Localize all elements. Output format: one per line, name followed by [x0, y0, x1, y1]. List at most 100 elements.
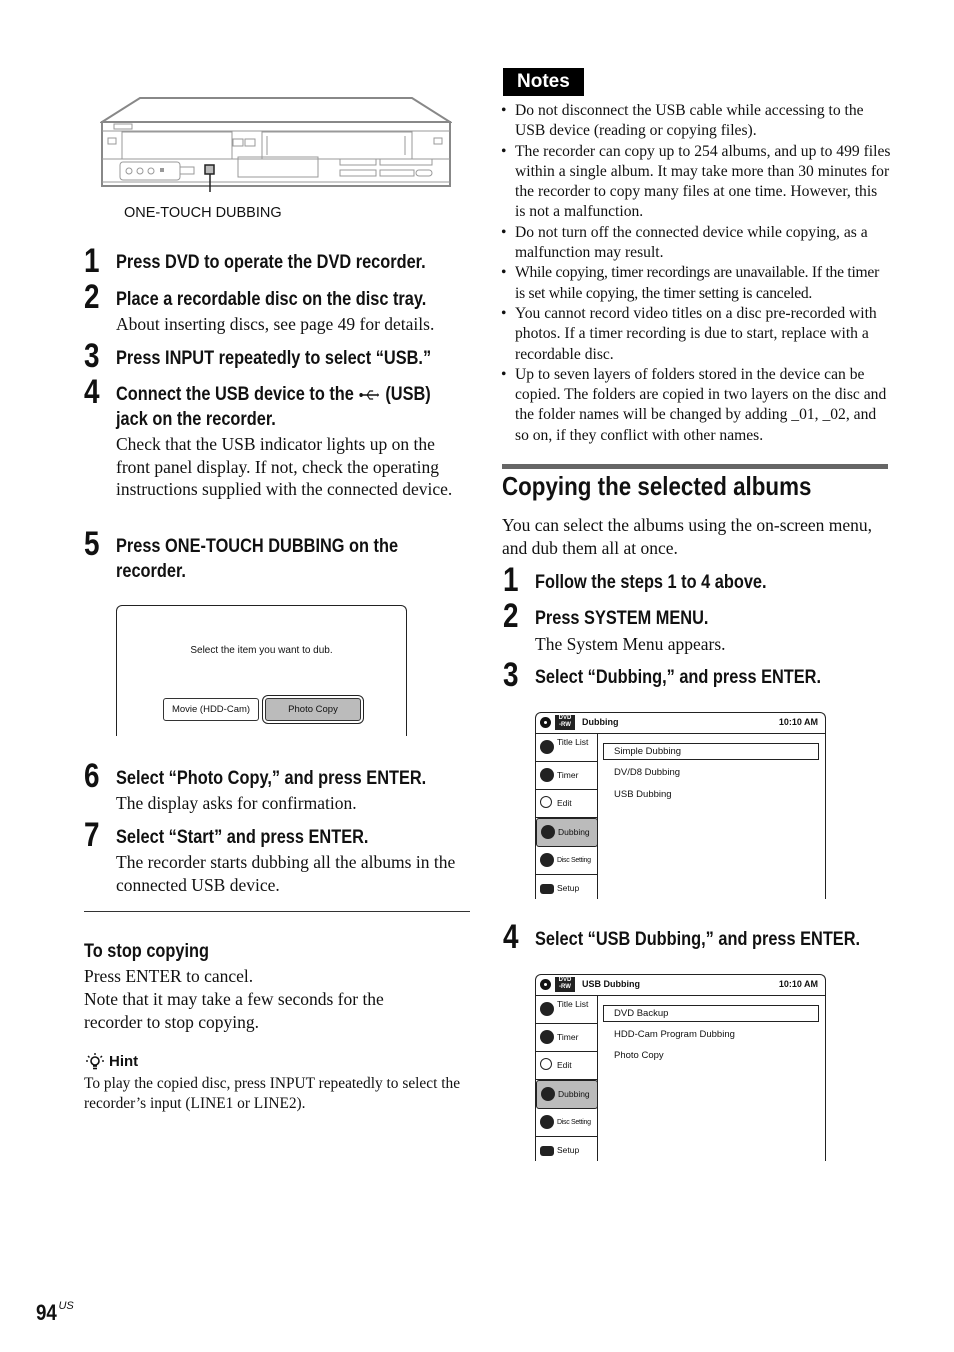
- disc-icon: [540, 717, 551, 728]
- sidebar-label: Timer: [557, 770, 579, 780]
- scissors-icon: [540, 1058, 552, 1070]
- step-title: Press SYSTEM MENU.: [535, 608, 709, 629]
- sidebar-item-edit[interactable]: Edit: [536, 790, 597, 818]
- sidebar-item-disc-setting[interactable]: Disc Setting: [536, 847, 597, 875]
- sidebar-item-timer[interactable]: Timer: [536, 762, 597, 790]
- step-body: Check that the USB indicator lights up o…: [116, 434, 453, 500]
- photo-copy-button[interactable]: Photo Copy: [262, 695, 364, 724]
- step-number: 2: [503, 597, 519, 635]
- osd-clock: 10:10 AM: [778, 717, 818, 727]
- sidebar-label: Setup: [557, 883, 580, 893]
- sidebar-label: Disc Setting: [557, 1119, 591, 1126]
- sidebar-label: Setup: [557, 1145, 580, 1155]
- sidebar-item-dubbing[interactable]: Dubbing: [536, 818, 598, 847]
- sidebar-label: Disc Setting: [557, 857, 591, 864]
- step-title: Select “Start” and press ENTER.: [116, 827, 369, 848]
- disc-icon: [540, 979, 551, 990]
- sidebar-item-title-list[interactable]: Title List: [536, 996, 597, 1024]
- sidebar-item-edit[interactable]: Edit: [536, 1052, 597, 1080]
- osd-header: DVD -RW Dubbing 10:10 AM: [536, 713, 825, 734]
- step-title: Select “Dubbing,” and press ENTER.: [535, 667, 822, 688]
- dvd-rw-badge: DVD -RW: [555, 977, 575, 992]
- stop-copying-line2: Note that it may take a few seconds for …: [84, 989, 384, 1032]
- step-title: Press INPUT repeatedly to select “USB.”: [116, 348, 432, 369]
- option-hdd-cam-program-dubbing[interactable]: HDD-Cam Program Dubbing: [614, 1029, 735, 1040]
- sidebar-item-dubbing[interactable]: Dubbing: [536, 1080, 598, 1109]
- step-number: 3: [84, 337, 100, 375]
- movie-hdd-cam-button[interactable]: Movie (HDD-Cam): [163, 698, 259, 721]
- step-title: Place a recordable disc on the disc tray…: [116, 289, 427, 310]
- recorder-illustration: [98, 96, 454, 192]
- dialog-prompt: Select the item you want to dub.: [190, 645, 333, 656]
- osd-clock: 10:10 AM: [778, 979, 818, 989]
- notes-badge: Notes: [503, 68, 584, 96]
- sidebar-item-title-list[interactable]: Title List: [536, 734, 597, 762]
- note-item: Do not disconnect the USB cable while ac…: [501, 101, 891, 142]
- section-divider: [84, 911, 470, 912]
- timer-icon: [540, 1030, 554, 1044]
- step-number: 1: [84, 242, 100, 280]
- dubbing-icon: [541, 825, 555, 839]
- timer-icon: [540, 768, 554, 782]
- osd-sidebar: Title List Timer Edit Dubbing Disc Setti…: [536, 996, 598, 1161]
- option-dvd-backup[interactable]: DVD Backup: [603, 1005, 819, 1022]
- dub-selection-dialog: Select the item you want to dub. Movie (…: [116, 605, 407, 736]
- step-number: 7: [84, 816, 100, 854]
- note-item: Up to seven layers of folders stored in …: [501, 365, 891, 446]
- step-title-line2: recorder.: [116, 561, 186, 582]
- page-number: 94 US: [36, 1300, 74, 1326]
- toolbox-icon: [540, 1146, 554, 1156]
- step-number: 2: [84, 278, 100, 316]
- step-title-line2: jack on the recorder.: [116, 409, 276, 430]
- step-title: Select “Photo Copy,” and press ENTER.: [116, 768, 427, 789]
- option-simple-dubbing[interactable]: Simple Dubbing: [603, 743, 819, 760]
- sidebar-label: Edit: [557, 798, 572, 808]
- option-photo-copy[interactable]: Photo Copy: [614, 1050, 664, 1061]
- disc-setting-icon: [540, 853, 554, 867]
- step-number: 4: [503, 918, 519, 956]
- osd-header: DVD -RW USB Dubbing 10:10 AM: [536, 975, 825, 996]
- step-number: 6: [84, 757, 100, 795]
- note-item: You cannot record video titles on a disc…: [501, 304, 891, 365]
- sidebar-label: Dubbing: [558, 827, 590, 837]
- toolbox-icon: [540, 884, 554, 894]
- note-item: Do not turn off the connected device whi…: [501, 223, 891, 264]
- dvd-recorder-front-panel-icon: [98, 97, 454, 192]
- osd-dubbing-menu: DVD -RW Dubbing 10:10 AM Title List Timer…: [535, 712, 826, 899]
- step-title: Select “USB Dubbing,” and press ENTER.: [535, 929, 861, 950]
- step-number: 5: [84, 525, 100, 563]
- step-body: The recorder starts dubbing all the albu…: [116, 852, 456, 895]
- step-body: About inserting discs, see page 49 for d…: [116, 314, 435, 334]
- page-number-suffix: US: [58, 1300, 74, 1312]
- sidebar-label: Dubbing: [558, 1089, 590, 1099]
- step-title: Connect the USB device to the (USB): [116, 382, 431, 407]
- option-dv-d8-dubbing[interactable]: DV/D8 Dubbing: [614, 767, 680, 778]
- sidebar-item-setup[interactable]: Setup: [536, 875, 597, 902]
- step-title: Press DVD to operate the DVD recorder.: [116, 252, 426, 273]
- dvd-rw-badge: DVD -RW: [555, 715, 575, 730]
- sidebar-label: Title List: [557, 999, 589, 1009]
- sidebar-item-disc-setting[interactable]: Disc Setting: [536, 1109, 597, 1137]
- note-item: The recorder can copy up to 254 albums, …: [501, 142, 891, 223]
- step-title: Follow the steps 1 to 4 above.: [535, 572, 767, 593]
- hint-text: To play the copied disc, press INPUT rep…: [84, 1075, 461, 1112]
- osd-options: Simple Dubbing DV/D8 Dubbing USB Dubbing: [598, 734, 825, 899]
- sidebar-item-setup[interactable]: Setup: [536, 1137, 597, 1164]
- sidebar-label: Edit: [557, 1060, 572, 1070]
- notes-list: Do not disconnect the USB cable while ac…: [501, 101, 891, 446]
- osd-title: USB Dubbing: [582, 979, 640, 989]
- stop-copying-line1: Press ENTER to cancel.: [84, 966, 254, 986]
- stop-copying-heading: To stop copying: [84, 941, 209, 962]
- sidebar-item-timer[interactable]: Timer: [536, 1024, 597, 1052]
- page-number-value: 94: [36, 1300, 57, 1325]
- dubbing-icon: [541, 1087, 555, 1101]
- option-usb-dubbing[interactable]: USB Dubbing: [614, 789, 672, 800]
- section-rule: [502, 464, 888, 469]
- step-body: The display asks for confirmation.: [116, 793, 357, 813]
- hint-label: Hint: [109, 1053, 139, 1070]
- one-touch-dubbing-callout: ONE-TOUCH DUBBING: [124, 205, 282, 221]
- title-list-icon: [540, 740, 554, 754]
- step-title-part: (USB): [385, 384, 431, 405]
- step-title-part: Connect the USB device to the: [116, 384, 354, 405]
- step-title: Press ONE-TOUCH DUBBING on the: [116, 536, 399, 557]
